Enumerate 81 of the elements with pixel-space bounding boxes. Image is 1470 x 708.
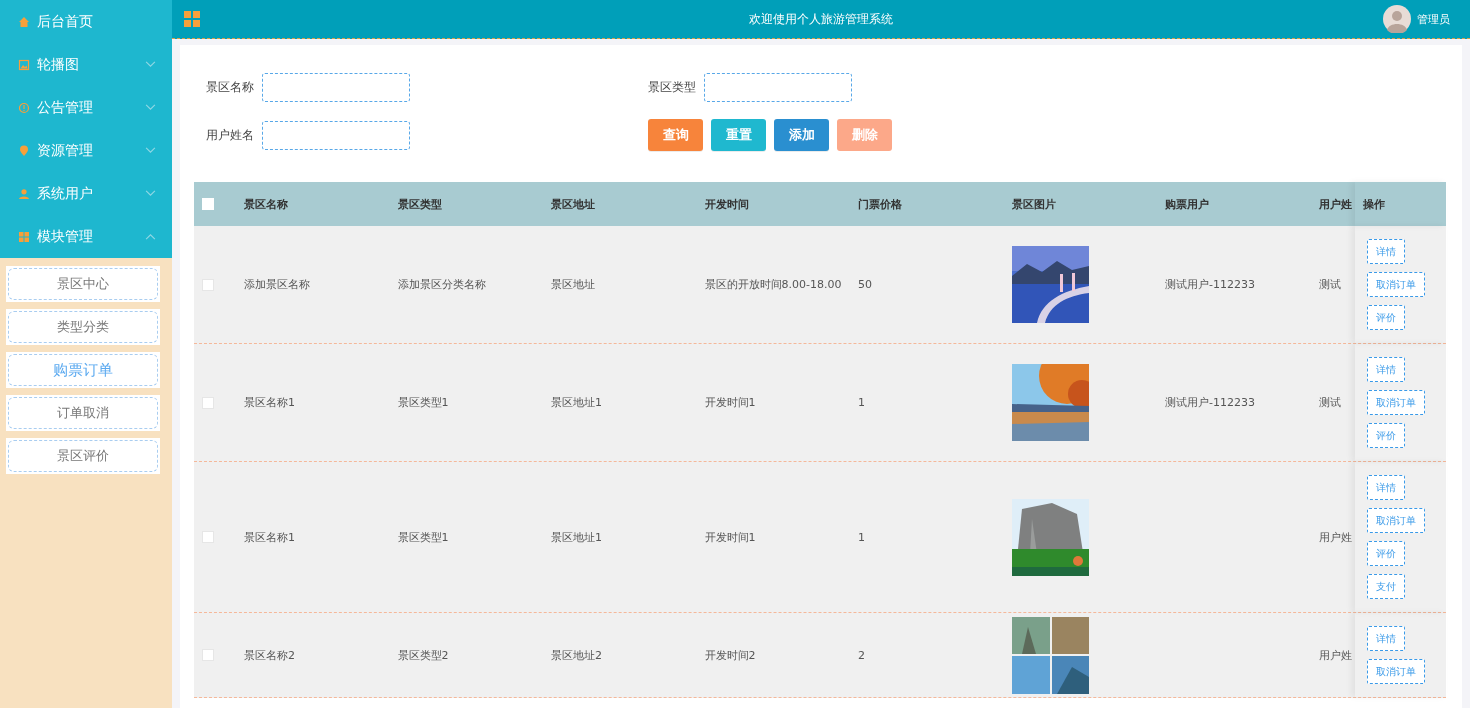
table-cell: 景区名称2 — [244, 647, 295, 663]
table-cell: 开发时间1 — [704, 529, 756, 545]
table-cell: 2 — [858, 648, 865, 662]
checkbox[interactable] — [202, 278, 214, 291]
user-name[interactable]: 管理员 — [1417, 11, 1450, 27]
location-pin-icon — [18, 144, 30, 157]
row-action-button[interactable]: 详情 — [1366, 239, 1405, 264]
row-action-button[interactable]: 支付 — [1366, 574, 1405, 599]
filter-label: 用户姓名 — [206, 126, 254, 144]
table-cell: 50 — [858, 278, 872, 291]
row-action-button[interactable]: 取消订单 — [1366, 272, 1425, 297]
column-header: 景区图片 — [1011, 196, 1057, 212]
row-action-button[interactable]: 评价 — [1366, 423, 1405, 448]
table-cell: 开发时间2 — [704, 647, 756, 663]
table-cell: 景区地址1 — [551, 395, 602, 410]
checkbox[interactable] — [202, 396, 214, 409]
grid-icon — [18, 230, 30, 243]
table-cell: 用户姓 — [1318, 529, 1352, 545]
table-cell: 1 — [858, 396, 865, 409]
table-cell: 测试 — [1318, 395, 1341, 410]
table-cell: 测试 — [1318, 277, 1341, 292]
avatar-icon[interactable] — [1383, 5, 1411, 33]
submenu-item[interactable]: 购票订单 — [8, 354, 158, 386]
row-action-button[interactable]: 详情 — [1366, 626, 1405, 651]
info-icon — [18, 101, 30, 114]
row-action-button[interactable]: 取消订单 — [1366, 390, 1425, 415]
column-header: 景区名称 — [244, 196, 289, 212]
table-cell: 景区地址2 — [551, 647, 602, 663]
column-header: 开发时间 — [704, 196, 750, 212]
submenu-item[interactable]: 类型分类 — [8, 311, 158, 343]
table-cell: 添加景区名称 — [244, 277, 310, 292]
sidebar-menu-item[interactable]: 模块管理 — [0, 215, 172, 258]
column-header: 用户姓 — [1318, 196, 1353, 212]
action-button[interactable]: 重置 — [711, 119, 766, 151]
input-field[interactable] — [262, 73, 410, 102]
submenu-item[interactable]: 景区评价 — [8, 440, 158, 472]
column-header: 景区类型 — [397, 196, 443, 212]
sidebar-menu-item[interactable]: 轮播图 — [0, 43, 172, 86]
table-cell: 开发时间1 — [704, 395, 756, 410]
table-cell: 测试用户-112233 — [1165, 395, 1255, 410]
table-cell: 测试用户-112233 — [1165, 277, 1255, 292]
submenu-item[interactable]: 订单取消 — [8, 397, 158, 429]
table-cell: 景区名称1 — [244, 395, 295, 410]
table-cell: 景区地址1 — [551, 529, 602, 545]
table-cell: 景区的开放时间8.00-18.00 — [704, 277, 842, 292]
action-button[interactable]: 查询 — [648, 119, 703, 151]
table-cell: 景区类型1 — [397, 395, 449, 410]
home-icon — [18, 15, 30, 28]
table-cell: 景区类型2 — [397, 647, 449, 663]
table-cell: 1 — [858, 530, 865, 544]
page-title: 欢迎使用个人旅游管理系统 — [749, 10, 893, 28]
row-action-button[interactable]: 评价 — [1366, 305, 1405, 330]
sidebar-menu-item[interactable]: 公告管理 — [0, 86, 172, 129]
column-header: 景区地址 — [551, 196, 596, 212]
row-action-button[interactable]: 详情 — [1366, 357, 1405, 382]
table-cell: 添加景区分类名称 — [397, 277, 486, 292]
sidebar-menu-item[interactable]: 资源管理 — [0, 129, 172, 172]
table-cell: 用户姓 — [1318, 647, 1352, 663]
picture-icon — [18, 58, 30, 71]
table-cell: 景区名称1 — [244, 529, 295, 545]
column-header: 购票用户 — [1165, 196, 1210, 212]
action-button[interactable]: 添加 — [774, 119, 829, 151]
table-cell: 景区地址 — [551, 277, 595, 292]
row-action-button[interactable]: 取消订单 — [1366, 659, 1425, 684]
input-field[interactable] — [704, 73, 852, 102]
sidebar-menu-item[interactable]: 后台首页 — [0, 0, 172, 43]
checkbox[interactable] — [202, 649, 214, 661]
filter-label: 景区类型 — [648, 79, 696, 96]
filter-label: 景区名称 — [206, 79, 254, 96]
row-action-button[interactable]: 详情 — [1366, 475, 1405, 500]
row-action-button[interactable]: 取消订单 — [1366, 508, 1425, 533]
column-header: 门票价格 — [858, 196, 903, 212]
checkbox[interactable] — [202, 531, 214, 543]
submenu-item[interactable]: 景区中心 — [8, 268, 158, 300]
column-header: 操作 — [1354, 182, 1447, 226]
sidebar-menu-item[interactable]: 系统用户 — [0, 172, 172, 215]
row-action-button[interactable]: 评价 — [1366, 541, 1405, 566]
user-icon — [18, 187, 30, 200]
table-cell: 景区类型1 — [397, 529, 449, 545]
grid-icon[interactable] — [184, 11, 200, 27]
input-field[interactable] — [262, 120, 410, 150]
